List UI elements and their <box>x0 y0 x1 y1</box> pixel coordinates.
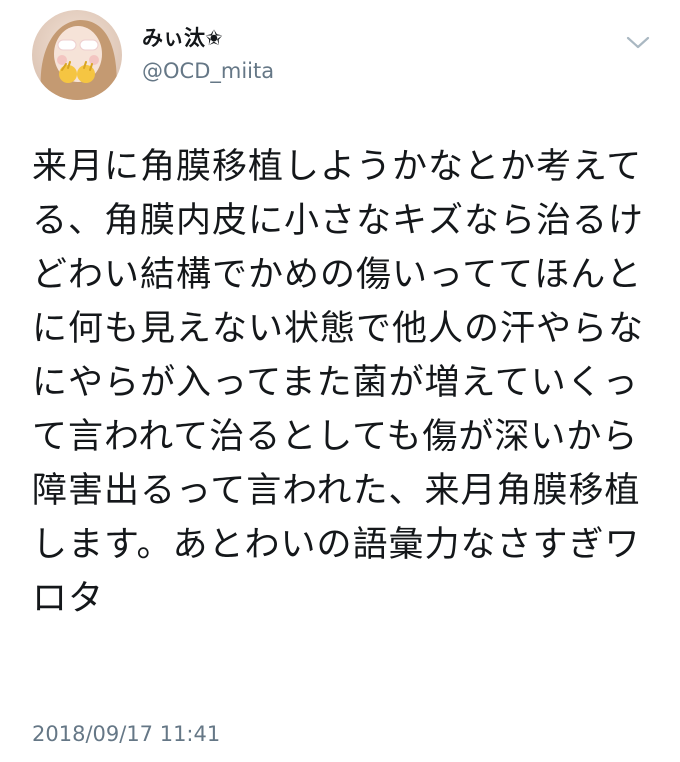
display-name[interactable]: みぃ汰✬ <box>142 24 274 52</box>
tweet-header: みぃ汰✬ @OCD_miita <box>32 10 660 110</box>
avatar[interactable] <box>32 10 122 100</box>
profile-photo-icon <box>32 10 122 100</box>
chevron-down-icon[interactable] <box>624 32 652 52</box>
user-identity: みぃ汰✬ @OCD_miita <box>142 24 274 86</box>
tweet-card: みぃ汰✬ @OCD_miita 来月に角膜移植しようかなとか考えてる、角膜内皮に… <box>0 0 680 762</box>
user-handle[interactable]: @OCD_miita <box>142 56 274 86</box>
tweet-timestamp[interactable]: 2018/09/17 11:41 <box>32 720 220 748</box>
tweet-text: 来月に角膜移植しようかなとか考えてる、角膜内皮に小さなキズなら治るけどわい結構で… <box>32 147 645 619</box>
